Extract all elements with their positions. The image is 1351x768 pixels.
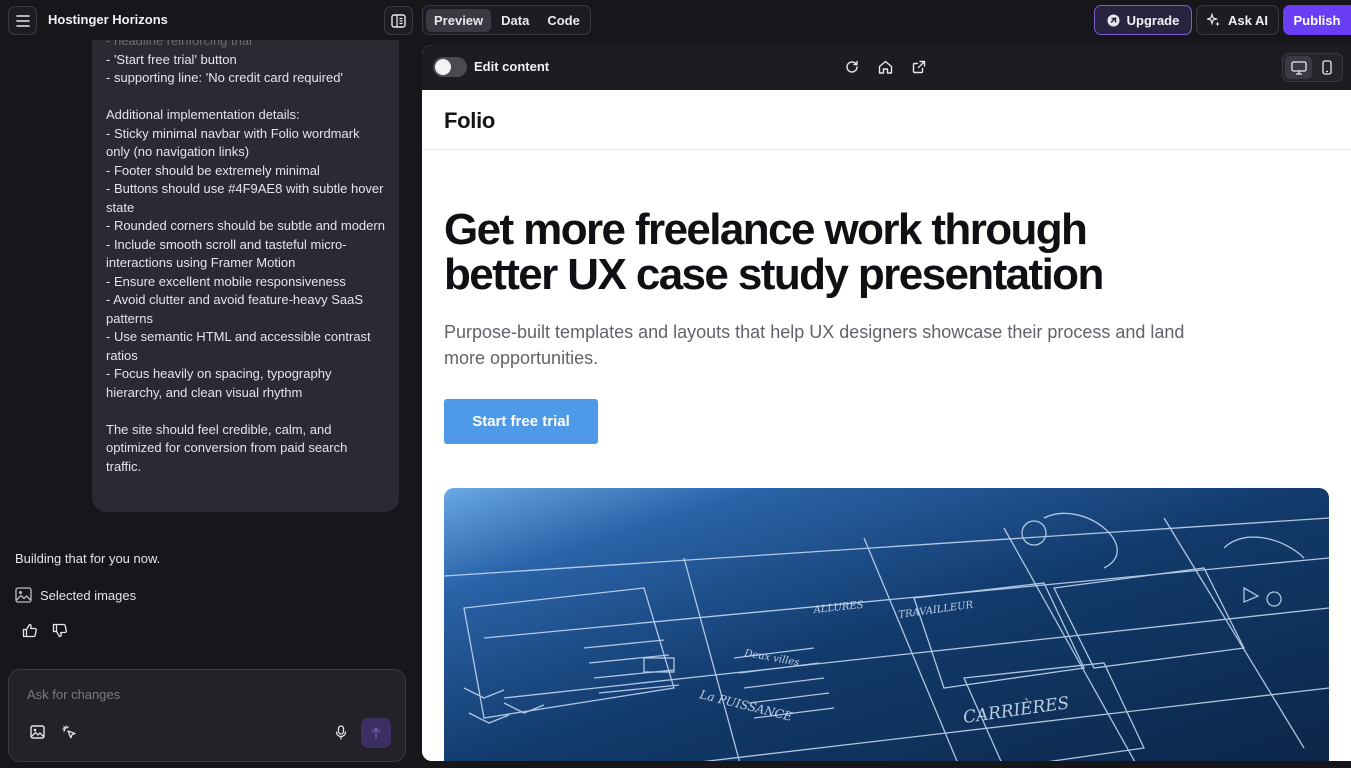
hero-subheadline: Purpose-built templates and layouts that… — [444, 322, 1185, 368]
publish-button[interactable]: Publish — [1283, 5, 1351, 35]
cursor-click-icon — [62, 725, 76, 739]
send-button[interactable] — [361, 718, 391, 748]
message-line: - Focus heavily on spacing, typography h… — [106, 366, 336, 400]
image-upload-icon — [30, 725, 45, 739]
site-navbar: Folio — [422, 90, 1351, 150]
start-free-trial-button[interactable]: Start free trial — [444, 399, 598, 444]
publish-label: Publish — [1293, 12, 1341, 28]
folio-wordmark[interactable]: Folio — [444, 108, 495, 134]
home-icon — [878, 60, 892, 74]
monitor-icon — [1290, 60, 1307, 75]
reload-button[interactable] — [842, 57, 862, 77]
arrow-up-icon — [371, 727, 381, 739]
open-external-button[interactable] — [909, 57, 929, 77]
refresh-icon — [846, 60, 858, 73]
menu-button[interactable] — [8, 6, 37, 35]
panel-layout-icon — [391, 13, 406, 28]
message-line: - supporting line: 'No credit card requi… — [106, 70, 343, 85]
upgrade-badge-icon — [1107, 14, 1120, 26]
message-line: - Sticky minimal navbar with Folio wordm… — [106, 125, 364, 160]
message-line: - Rounded corners should be subtle and m… — [106, 218, 385, 233]
select-element-button[interactable] — [62, 725, 77, 740]
ask-ai-button[interactable]: Ask AI — [1196, 5, 1279, 35]
thumbs-up-icon[interactable] — [22, 623, 38, 638]
external-link-icon — [912, 60, 926, 74]
voice-input-button[interactable] — [335, 725, 347, 740]
top-bar: Hostinger Horizons Preview Data Code Upg… — [0, 0, 1351, 40]
feedback-buttons — [22, 623, 68, 638]
cta-label: Start free trial — [472, 413, 570, 430]
upgrade-button[interactable]: Upgrade — [1094, 5, 1192, 35]
preview-panel: Edit content Folio Get more freelance wo… — [422, 45, 1351, 761]
hero-image: CARRIÈRES La PUISSANCE Deux villes ALLUR… — [444, 488, 1329, 761]
message-line: - Use semantic HTML and accessible contr… — [106, 329, 375, 363]
toggle-panel-button[interactable] — [384, 6, 413, 35]
tab-preview[interactable]: Preview — [426, 8, 492, 32]
message-line: The site should feel credible, calm, and… — [106, 421, 351, 474]
upgrade-label: Upgrade — [1126, 12, 1180, 28]
wireframe-sketch-illustration: CARRIÈRES La PUISSANCE Deux villes ALLUR… — [444, 488, 1329, 761]
user-message: - headline reinforcing trial - 'Start fr… — [92, 40, 399, 512]
message-faded-line: - headline reinforcing trial — [106, 40, 252, 48]
microphone-icon — [335, 725, 347, 740]
app-title: Hostinger Horizons — [48, 12, 168, 27]
message-line: Additional implementation details: — [106, 107, 300, 122]
device-switcher — [1282, 53, 1343, 82]
chat-input-placeholder: Ask for changes — [27, 687, 121, 702]
chat-input[interactable]: Ask for changes — [8, 669, 406, 762]
message-line: - Buttons should use #4F9AE8 with subtle… — [106, 181, 388, 215]
attach-image-button[interactable] — [30, 725, 45, 739]
edit-content-label: Edit content — [474, 59, 550, 74]
selected-images-label: Selected images — [40, 587, 137, 603]
view-switcher: Preview Data Code — [422, 5, 591, 35]
ask-ai-label: Ask AI — [1228, 12, 1268, 28]
tab-code[interactable]: Code — [539, 9, 588, 32]
chat-panel: - headline reinforcing trial - 'Start fr… — [0, 40, 414, 768]
message-line: - 'Start free trial' button — [106, 51, 237, 67]
message-line: - Avoid clutter and avoid feature-heavy … — [106, 292, 367, 326]
preview-toolbar: Edit content — [422, 45, 1351, 90]
toggle-knob — [435, 59, 451, 75]
smartphone-icon — [1321, 60, 1332, 75]
message-line: - Footer should be extremely minimal — [106, 162, 320, 178]
tab-data[interactable]: Data — [493, 9, 537, 32]
sparkle-icon — [1207, 13, 1220, 27]
image-icon — [15, 587, 32, 603]
hero-headline: Get more freelance work through better U… — [444, 205, 1104, 299]
assistant-reply: Building that for you now. — [15, 551, 161, 566]
desktop-view-button[interactable] — [1285, 56, 1312, 79]
selected-images[interactable]: Selected images — [15, 587, 136, 603]
message-body: - 'Start free trial' button - supporting … — [106, 51, 385, 477]
edit-content-toggle[interactable] — [433, 57, 467, 77]
message-line: - Include smooth scroll and tasteful mic… — [106, 236, 347, 271]
thumbs-down-icon[interactable] — [52, 623, 68, 638]
home-button[interactable] — [875, 57, 895, 77]
hamburger-icon — [15, 14, 30, 27]
message-line: - Ensure excellent mobile responsiveness — [106, 273, 346, 289]
mobile-view-button[interactable] — [1313, 56, 1340, 79]
site-preview: Folio Get more freelance work through be… — [422, 90, 1351, 761]
